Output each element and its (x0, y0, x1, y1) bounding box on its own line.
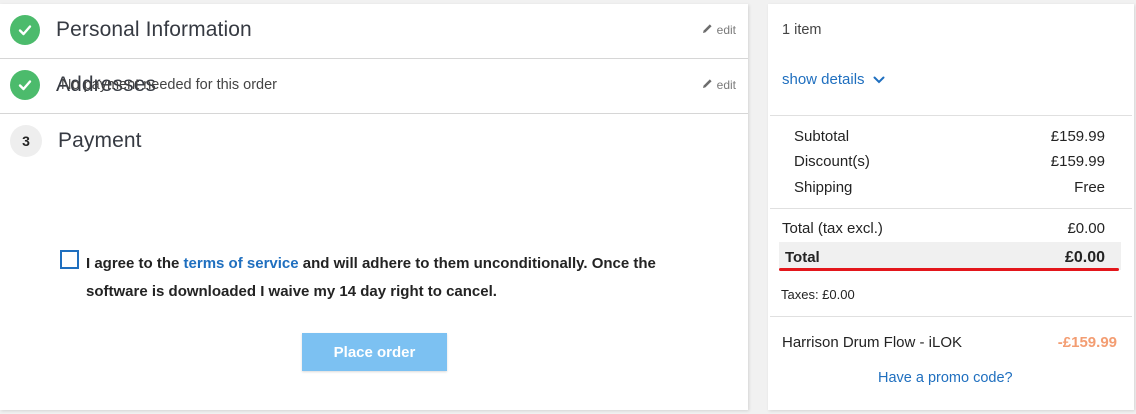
items-count: 1 item (782, 22, 822, 38)
step-personal-information: Personal Information edit (0, 4, 748, 59)
total-tax-excl-value: £0.00 (1067, 220, 1105, 237)
step-title: Personal Information (56, 18, 252, 41)
product-name: Harrison Drum Flow - iLOK (782, 334, 963, 351)
total-tax-excl-label: Total (tax excl.) (782, 220, 883, 237)
taxes-text: Taxes: £0.00 (781, 287, 855, 302)
promo-code-link[interactable]: Have a promo code? (878, 370, 1013, 386)
total-label: Total (785, 249, 820, 266)
total-highlight-underline (779, 268, 1119, 271)
divider (770, 115, 1132, 116)
discount-value: £159.99 (1050, 153, 1105, 170)
terms-prefix: I agree to the (86, 255, 184, 272)
subtotal-label: Subtotal (794, 128, 850, 145)
divider (770, 316, 1132, 317)
check-circle-icon (10, 70, 40, 100)
place-order-button[interactable]: Place order (302, 333, 447, 371)
product-discount-price: -£159.99 (1057, 334, 1117, 351)
edit-personal-information-link[interactable]: edit (702, 23, 736, 37)
terms-label: I agree to the terms of service and will… (86, 250, 686, 306)
pencil-icon (702, 78, 713, 92)
chevron-down-icon (873, 71, 885, 88)
terms-checkbox[interactable] (60, 250, 79, 269)
shipping-label: Shipping (794, 179, 853, 196)
edit-label: edit (716, 23, 736, 37)
shipping-value: Free (1074, 179, 1105, 196)
edit-addresses-link[interactable]: edit (702, 78, 736, 92)
check-circle-icon (10, 15, 40, 45)
no-payment-message: No payment needed for this order (61, 77, 278, 93)
divider (770, 208, 1132, 209)
show-details-label: show details (782, 71, 865, 88)
edit-label: edit (716, 78, 736, 92)
discount-label: Discount(s) (794, 153, 870, 170)
terms-of-service-link[interactable]: terms of service (184, 255, 299, 272)
subtotal-value: £159.99 (1050, 128, 1105, 145)
show-details-toggle[interactable]: show details (782, 71, 885, 88)
pencil-icon (702, 23, 713, 37)
total-value: £0.00 (1064, 249, 1105, 266)
